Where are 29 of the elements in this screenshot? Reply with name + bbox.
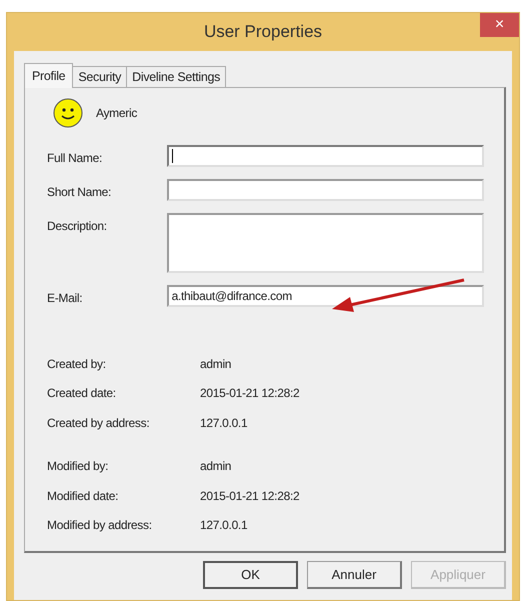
field-label: Full Name: bbox=[47, 150, 104, 167]
field-label: Short Name: bbox=[47, 184, 112, 201]
info-value: admin bbox=[200, 356, 232, 373]
field-label: E-Mail: bbox=[47, 290, 84, 307]
info-label: Modified by: bbox=[47, 458, 110, 476]
info-value: 2015-01-21 12:28:2 bbox=[200, 488, 300, 505]
info-value: 2015-01-21 12:28:2 bbox=[200, 385, 300, 402]
info-label: Modified by address: bbox=[47, 517, 153, 534]
text-area[interactable] bbox=[166, 213, 484, 273]
tab[interactable]: Profile bbox=[24, 63, 74, 88]
info-label: Modified date: bbox=[47, 488, 120, 505]
info-label: Created by: bbox=[47, 356, 107, 373]
window-title: User Properties bbox=[204, 21, 322, 44]
user-name: Aymeric bbox=[96, 105, 138, 122]
input-field[interactable]: a.thibaut@difrance.com bbox=[166, 285, 484, 307]
input-field[interactable] bbox=[166, 179, 484, 201]
info-value: admin bbox=[200, 458, 232, 476]
info-value: 127.0.0.1 bbox=[200, 414, 248, 432]
info-label: Created by address: bbox=[47, 414, 150, 432]
smiley-icon bbox=[53, 98, 83, 128]
dialog-button[interactable]: Annuler bbox=[307, 561, 402, 589]
tab[interactable]: Diveline Settings bbox=[126, 66, 226, 87]
field-label: Description: bbox=[47, 218, 108, 235]
input-field[interactable] bbox=[166, 145, 484, 167]
close-button[interactable]: × bbox=[480, 13, 519, 37]
info-label: Created date: bbox=[47, 385, 117, 402]
tab[interactable]: Security bbox=[72, 66, 128, 87]
dialog-button[interactable]: OK bbox=[203, 561, 298, 589]
info-value: 127.0.0.1 bbox=[200, 517, 248, 534]
